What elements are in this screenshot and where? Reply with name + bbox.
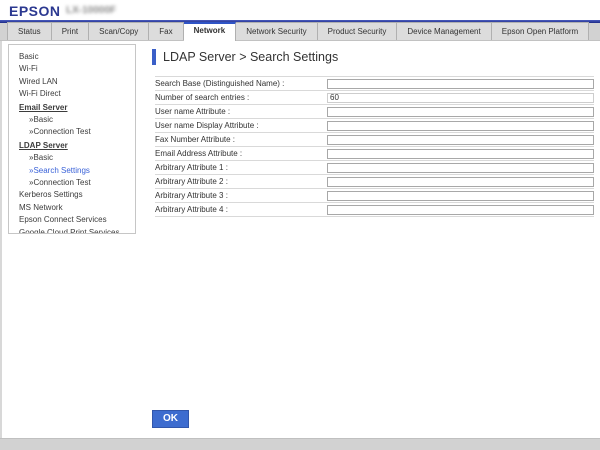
- sidebar-item-google-cloud-print-services[interactable]: Google Cloud Print Services: [19, 227, 135, 234]
- tab-bar: StatusPrintScan/CopyFaxNetworkNetwork Se…: [0, 23, 600, 41]
- tab-network[interactable]: Network: [184, 22, 237, 41]
- printer-model: LX-10000F: [66, 5, 116, 16]
- form-row: Number of search entries :: [155, 91, 594, 105]
- arbitrary-attribute-1-input[interactable]: [327, 163, 594, 173]
- field-value-cell: [327, 79, 594, 89]
- field-label: Arbitrary Attribute 4 :: [155, 205, 327, 214]
- field-label: Arbitrary Attribute 3 :: [155, 191, 327, 200]
- field-label: User name Display Attribute :: [155, 121, 327, 130]
- form-row: Email Address Attribute :: [155, 147, 594, 161]
- field-value-cell: [327, 93, 594, 103]
- header: EPSON LX-10000F: [0, 0, 600, 20]
- field-value-cell: [327, 163, 594, 173]
- arbitrary-attribute-3-input[interactable]: [327, 191, 594, 201]
- form-row: Search Base (Distinguished Name) :: [155, 77, 594, 91]
- form-row: Arbitrary Attribute 4 :: [155, 203, 594, 217]
- tab-network-security[interactable]: Network Security: [236, 22, 317, 40]
- field-label: Arbitrary Attribute 1 :: [155, 163, 327, 172]
- search-base-distinguished-name-input[interactable]: [327, 79, 594, 89]
- title-accent-bar: [152, 49, 156, 65]
- arbitrary-attribute-2-input[interactable]: [327, 177, 594, 187]
- number-of-search-entries-input[interactable]: [327, 93, 594, 103]
- user-name-display-attribute-input[interactable]: [327, 121, 594, 131]
- field-value-cell: [327, 149, 594, 159]
- page-title: LDAP Server > Search Settings: [163, 50, 338, 64]
- field-label: Search Base (Distinguished Name) :: [155, 79, 327, 88]
- fax-number-attribute-input[interactable]: [327, 135, 594, 145]
- sidebar-item-wired-lan[interactable]: Wired LAN: [19, 76, 135, 88]
- form-row: Arbitrary Attribute 1 :: [155, 161, 594, 175]
- sidebar-menu: BasicWi-FiWired LANWi-Fi Direct Email Ser…: [8, 44, 136, 234]
- sidebar-item-wi-fi-direct[interactable]: Wi-Fi Direct: [19, 88, 135, 100]
- form-row: Fax Number Attribute :: [155, 133, 594, 147]
- sidebar-item-epson-connect-services[interactable]: Epson Connect Services: [19, 214, 135, 226]
- user-name-attribute-input[interactable]: [327, 107, 594, 117]
- sidebar-item-connection-test[interactable]: »Connection Test: [19, 126, 135, 138]
- sidebar-item-email-server[interactable]: Email Server: [19, 102, 135, 114]
- field-value-cell: [327, 205, 594, 215]
- sidebar-item-basic[interactable]: Basic: [19, 51, 135, 63]
- sidebar-item-search-settings[interactable]: »Search Settings: [19, 165, 135, 177]
- tab-print[interactable]: Print: [52, 22, 89, 40]
- page-left-edge: [0, 41, 2, 438]
- tab-epson-open-platform[interactable]: Epson Open Platform: [492, 22, 589, 40]
- field-label: Arbitrary Attribute 2 :: [155, 177, 327, 186]
- title-row: LDAP Server > Search Settings: [152, 49, 338, 65]
- arbitrary-attribute-4-input[interactable]: [327, 205, 594, 215]
- sidebar-item-basic-2[interactable]: »Basic: [19, 114, 135, 126]
- field-label: User name Attribute :: [155, 107, 327, 116]
- epson-logo: EPSON: [9, 3, 61, 19]
- ok-button[interactable]: OK: [152, 410, 189, 428]
- sidebar-item-ms-network[interactable]: MS Network: [19, 202, 135, 214]
- webconfig-page: EPSON LX-10000F StatusPrintScan/CopyFaxN…: [0, 0, 600, 450]
- field-value-cell: [327, 135, 594, 145]
- footer-bar: [0, 438, 600, 450]
- field-label: Number of search entries :: [155, 93, 327, 102]
- sidebar-item-connection-test-2[interactable]: »Connection Test: [19, 177, 135, 189]
- settings-form: Search Base (Distinguished Name) : Numbe…: [155, 76, 594, 217]
- tab-fax[interactable]: Fax: [149, 22, 183, 40]
- tab-product-security[interactable]: Product Security: [318, 22, 398, 40]
- sidebar-item-ldap-server[interactable]: LDAP Server: [19, 140, 135, 152]
- field-value-cell: [327, 121, 594, 131]
- email-address-attribute-input[interactable]: [327, 149, 594, 159]
- form-row: User name Attribute :: [155, 105, 594, 119]
- sidebar-item-wi-fi[interactable]: Wi-Fi: [19, 63, 135, 75]
- field-label: Email Address Attribute :: [155, 149, 327, 158]
- tab-scan-copy[interactable]: Scan/Copy: [89, 22, 149, 40]
- field-value-cell: [327, 177, 594, 187]
- field-label: Fax Number Attribute :: [155, 135, 327, 144]
- form-row: Arbitrary Attribute 3 :: [155, 189, 594, 203]
- sidebar-item-basic-3[interactable]: »Basic: [19, 152, 135, 164]
- sidebar-item-kerberos-settings[interactable]: Kerberos Settings: [19, 189, 135, 201]
- field-value-cell: [327, 107, 594, 117]
- form-row: Arbitrary Attribute 2 :: [155, 175, 594, 189]
- tab-status[interactable]: Status: [7, 22, 52, 40]
- form-row: User name Display Attribute :: [155, 119, 594, 133]
- field-value-cell: [327, 191, 594, 201]
- tab-device-management[interactable]: Device Management: [397, 22, 491, 40]
